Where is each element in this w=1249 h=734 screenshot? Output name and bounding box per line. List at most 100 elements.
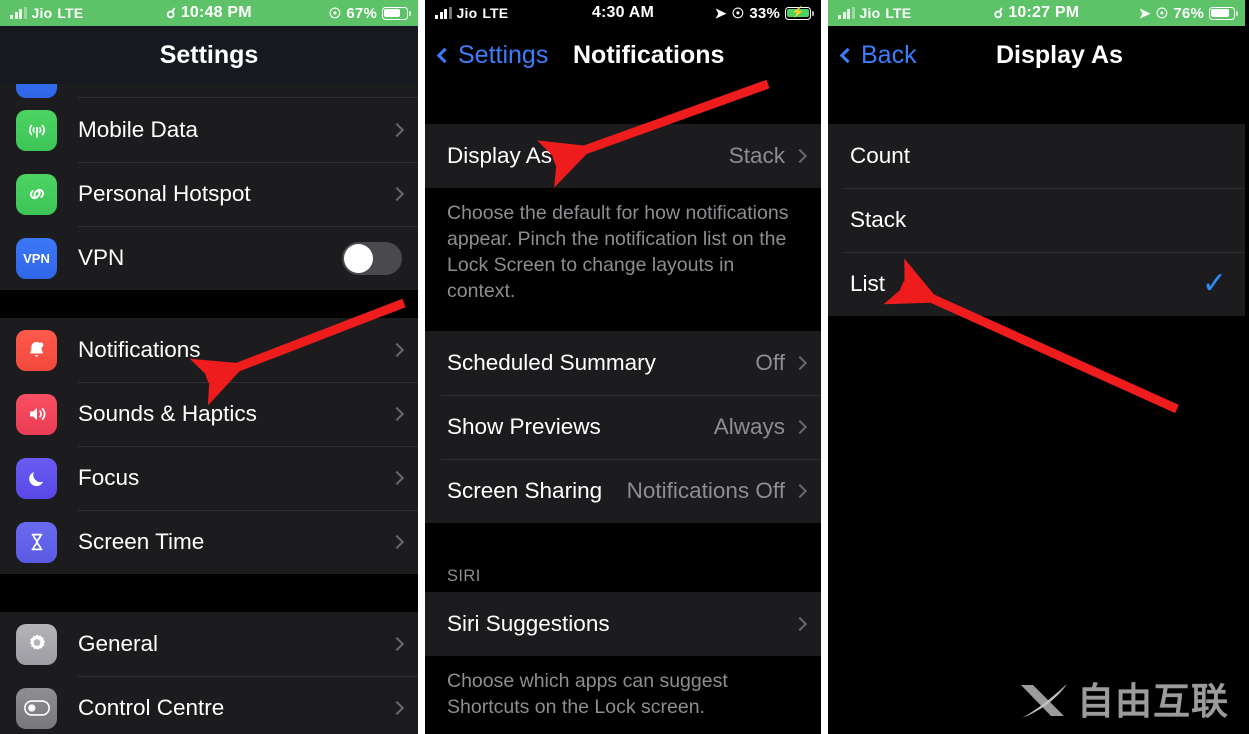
cellular-signal-icon (435, 7, 452, 19)
chevron-right-icon (389, 636, 405, 652)
list-item-label: Control Centre (78, 695, 225, 720)
general-gear-icon (16, 623, 57, 665)
panel-divider (821, 0, 828, 734)
list-item-general[interactable]: General (0, 612, 418, 676)
chevron-right-icon (389, 186, 405, 202)
carrier-label: Jio (31, 5, 53, 21)
cellular-signal-icon (10, 7, 27, 19)
chevron-right-icon (792, 355, 808, 370)
control-centre-icon (16, 687, 57, 729)
clock-label: 10:27 PM (1008, 4, 1080, 21)
notifications-list[interactable]: Display As Stack Choose the default for … (425, 84, 821, 734)
location-arrow-icon: ➤ (1138, 4, 1151, 21)
phone-panel-notifications: Jio LTE 4:30 AM ➤ ☉ 33% ⚡ Settings Notif… (425, 0, 821, 734)
chevron-right-icon (389, 700, 405, 716)
list-item-screen-time[interactable]: Screen Time (0, 510, 418, 574)
chevron-right-icon (792, 483, 808, 498)
list-item-label: Screen Sharing (447, 477, 603, 503)
list-item-focus[interactable]: Focus (0, 446, 418, 510)
chevron-right-icon (389, 342, 405, 358)
vpn-toggle[interactable] (342, 241, 402, 275)
display-as-options-list[interactable]: Count Stack List ✓ (828, 84, 1245, 734)
group-spacer (0, 574, 418, 612)
battery-icon (1209, 6, 1239, 20)
phone-panel-settings: Jio LTE ☌ 10:48 PM ☉ 67% Settings Mobile… (0, 0, 418, 734)
page-title: Settings (159, 40, 259, 69)
group-display-as: Display As Stack (425, 124, 821, 188)
location-arrow-icon: ➤ (714, 4, 727, 21)
group-spacer (425, 522, 821, 555)
list-item-label: Focus (78, 465, 140, 490)
list-item-personal-hotspot[interactable]: Personal Hotspot (0, 162, 418, 226)
section-header-siri: SIRI (425, 554, 821, 592)
list-item-vpn[interactable]: VPN VPN (0, 226, 418, 290)
sounds-haptics-icon (16, 393, 57, 435)
chevron-right-icon (389, 122, 405, 138)
list-item-sounds-haptics[interactable]: Sounds & Haptics (0, 382, 418, 446)
battery-percent-label: 67% (346, 4, 378, 22)
nav-bar: Settings (0, 26, 418, 84)
vpn-icon-label: VPN (23, 250, 50, 266)
personal-hotspot-icon (16, 173, 57, 215)
list-item-screen-sharing[interactable]: Screen Sharing Notifications Off (425, 458, 821, 523)
option-count[interactable]: Count (828, 124, 1245, 188)
network-type-label: LTE (885, 5, 912, 21)
list-item-control-centre[interactable]: Control Centre (0, 676, 418, 734)
three-panel-screenshot: Jio LTE ☌ 10:48 PM ☉ 67% Settings Mobile… (0, 0, 1249, 734)
list-item-display-as[interactable]: Display As Stack (425, 124, 821, 188)
back-button[interactable]: Back (839, 40, 917, 70)
list-item-notifications[interactable]: Notifications (0, 318, 418, 382)
list-item-label: Screen Time (78, 529, 205, 554)
list-item-label: General (78, 631, 159, 656)
list-item-wifi-partial[interactable] (0, 84, 418, 98)
battery-percent-label: 33% (749, 4, 781, 22)
list-item-siri-suggestions[interactable]: Siri Suggestions (425, 591, 821, 656)
list-item-label: Scheduled Summary (447, 349, 656, 375)
watermark: 自由互联 (1018, 680, 1229, 722)
list-top-spacer (425, 84, 821, 124)
list-item-label: Notifications (78, 337, 201, 362)
wifi-icon (16, 84, 57, 98)
status-bar: Jio LTE 4:30 AM ➤ ☉ 33% ⚡ (425, 0, 821, 26)
chevron-left-icon (839, 47, 856, 63)
option-stack[interactable]: Stack (828, 188, 1245, 252)
rotation-lock-icon: ☉ (731, 4, 745, 21)
x-logo-icon (1021, 684, 1067, 718)
rotation-lock-icon: ☉ (328, 4, 342, 21)
list-item-label: Show Previews (447, 413, 601, 439)
list-item-value: Notifications Off (626, 477, 785, 503)
clock-label: 4:30 AM (591, 4, 655, 21)
cellular-signal-icon (838, 7, 855, 19)
chevron-right-icon (389, 470, 405, 486)
vpn-icon: VPN (16, 237, 57, 279)
group-spacer (425, 320, 821, 331)
clock-label: 10:48 PM (180, 4, 252, 21)
notifications-icon (16, 329, 57, 371)
status-bar: Jio LTE ☌ 10:27 PM ➤ ☉ 76% (828, 0, 1245, 26)
option-label: List (850, 271, 886, 296)
link-icon: ☌ (166, 4, 176, 21)
settings-group-notifications: Notifications Sounds & Haptics Focus Scr… (0, 318, 418, 574)
screen-time-icon (16, 521, 57, 563)
settings-group-connectivity: Mobile Data Personal Hotspot VPN VPN (0, 98, 418, 290)
watermark-text: 自由互联 (1077, 679, 1229, 723)
back-button-label: Back (861, 40, 917, 69)
list-item-show-previews[interactable]: Show Previews Always (425, 394, 821, 459)
mobile-data-icon (16, 109, 57, 151)
network-type-label: LTE (482, 5, 509, 21)
list-item-scheduled-summary[interactable]: Scheduled Summary Off (425, 330, 821, 395)
battery-percent-label: 76% (1173, 4, 1205, 22)
siri-suggestions-description: Choose which apps can suggest Shortcuts … (425, 655, 821, 734)
back-button[interactable]: Settings (436, 40, 549, 70)
list-item-label: Personal Hotspot (78, 181, 251, 206)
option-label: Stack (850, 207, 907, 232)
battery-icon (382, 6, 412, 20)
back-button-label: Settings (458, 40, 549, 69)
list-item-mobile-data[interactable]: Mobile Data (0, 98, 418, 162)
group-display-options: Count Stack List ✓ (828, 124, 1245, 316)
checkmark-icon: ✓ (1201, 267, 1227, 300)
settings-list[interactable]: Mobile Data Personal Hotspot VPN VPN Not… (0, 84, 418, 734)
nav-bar: Settings Notifications (425, 26, 821, 84)
group-spacer (0, 290, 418, 318)
option-list[interactable]: List ✓ (828, 252, 1245, 316)
